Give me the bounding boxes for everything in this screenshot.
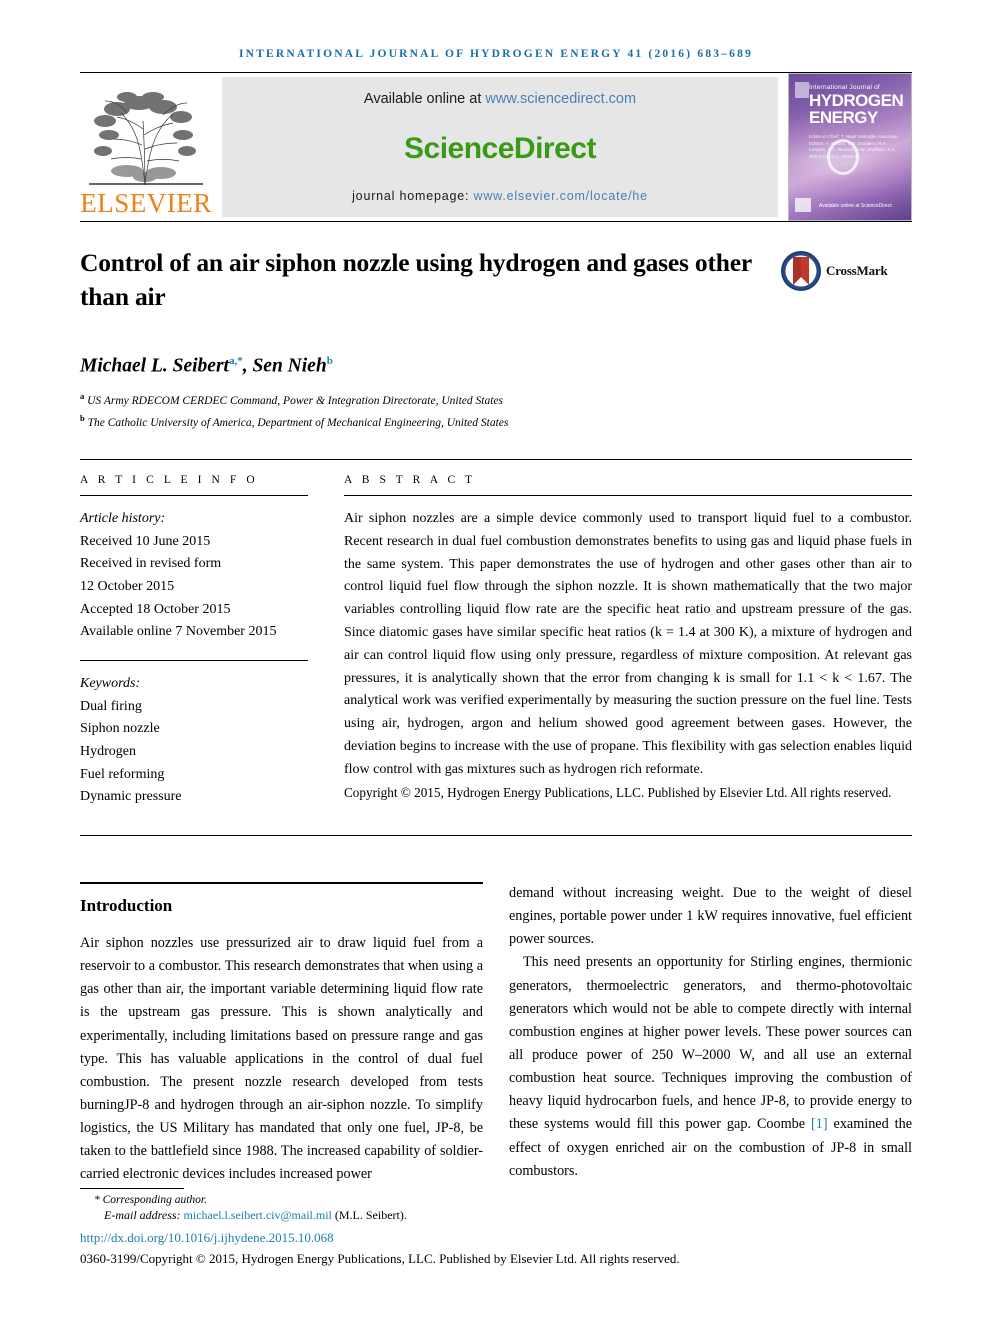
article-history-item: Accepted 18 October 2015 (80, 601, 231, 617)
keyword-item: Hydrogen (80, 743, 136, 759)
crossmark-badge[interactable]: CrossMark (780, 250, 888, 292)
cover-title-line2: ENERGY (809, 107, 878, 127)
article-history-item: Received 10 June 2015 (80, 533, 211, 549)
article-history-item: Available online 7 November 2015 (80, 624, 277, 640)
affiliation-a: a US Army RDECOM CERDEC Command, Power &… (80, 389, 912, 411)
sciencedirect-url[interactable]: www.sciencedirect.com (485, 91, 636, 107)
journal-homepage-prefix: journal homepage: (352, 189, 474, 203)
cover-ihe-mark-icon (795, 198, 811, 212)
body-column-left: Introduction Air siphon nozzles use pres… (80, 882, 483, 1187)
article-history-item: Received in revised form (80, 556, 222, 572)
page-title: Control of an air siphon nozzle using hy… (80, 248, 752, 312)
cover-elsevier-mark-icon (795, 82, 809, 98)
page-footer: * Corresponding author. E-mail address: … (80, 1188, 912, 1267)
body-paragraph: This need presents an opportunity for St… (509, 951, 912, 1182)
author-name-1: Michael L. Seibert (80, 355, 229, 377)
keywords-block: Keywords: Dual firing Siphon nozzle Hydr… (80, 673, 308, 809)
citation-link-1[interactable]: [1] (811, 1116, 828, 1132)
affiliation-text-a: US Army RDECOM CERDEC Command, Power & I… (87, 395, 504, 408)
author-separator: , (242, 355, 253, 377)
abstract-rule (344, 494, 912, 496)
keyword-item: Siphon nozzle (80, 721, 160, 737)
abstract-copyright: Copyright © 2015, Hydrogen Energy Public… (344, 784, 892, 800)
crossmark-label: CrossMark (826, 263, 888, 278)
running-head: international journal of hydrogen energy… (238, 48, 754, 60)
body-column-right: demand without increasing weight. Due to… (509, 882, 912, 1187)
author-list: Michael L. Seiberta,*, Sen Niehb (80, 355, 912, 378)
corresponding-author-note: * Corresponding author. (94, 1194, 207, 1206)
article-history-heading: Article history: (80, 510, 166, 526)
abstract-text: Air siphon nozzles are a simple device c… (344, 510, 912, 777)
issn-copyright-line: 0360-3199/Copyright © 2015, Hydrogen Ene… (80, 1251, 680, 1266)
body-paragraph-part-a: This need presents an opportunity for St… (509, 954, 912, 1133)
body-paragraph: Air siphon nozzles use pressurized air t… (80, 935, 483, 1183)
elsevier-tree-icon (89, 92, 203, 186)
info-abstract-section: A R T I C L E I N F O Article history: R… (80, 460, 912, 809)
keyword-item: Dynamic pressure (80, 789, 182, 805)
abstract-bottom-divider (80, 835, 912, 836)
crossmark-icon (781, 251, 821, 291)
article-history-item: 12 October 2015 (80, 578, 175, 594)
email-note: E-mail address: michael.l.seibert.civ@ma… (80, 1208, 912, 1223)
journal-homepage-line: journal homepage: www.elsevier.com/locat… (352, 189, 648, 203)
masthead: ELSEVIER Available online at www.science… (80, 73, 912, 221)
author-marks-2: b (326, 354, 333, 367)
affiliation-b: b The Catholic University of America, De… (80, 411, 912, 433)
body-columns: Introduction Air siphon nozzles use pres… (80, 882, 912, 1187)
email-suffix: (M.L. Seibert). (331, 1208, 407, 1222)
keywords-heading: Keywords: (80, 675, 141, 691)
affiliation-list: a US Army RDECOM CERDEC Command, Power &… (80, 389, 912, 433)
email-link[interactable]: michael.l.seibert.civ@mail.mil (184, 1208, 332, 1222)
doi-link[interactable]: http://dx.doi.org/10.1016/j.ijhydene.201… (80, 1230, 912, 1246)
cover-title: HYDROGEN ENERGY (809, 92, 907, 127)
author-name-2: Sen Nieh (252, 355, 327, 377)
abstract-label: A B S T R A C T (344, 473, 476, 486)
journal-cover-image: International Journal of HYDROGEN ENERGY… (788, 73, 912, 221)
title-row: Control of an air siphon nozzle using hy… (80, 222, 912, 315)
sciencedirect-wordmark: ScienceDirect (404, 132, 596, 165)
sciencedirect-banner: Available online at www.sciencedirect.co… (222, 77, 778, 217)
author-marks-1: a,* (228, 354, 243, 367)
affiliation-mark-a: a (80, 391, 85, 402)
available-online-prefix: Available online at (363, 91, 486, 107)
section-heading-rule (80, 882, 483, 884)
elsevier-logo: ELSEVIER (80, 73, 212, 221)
keywords-rule (80, 659, 308, 661)
journal-homepage-url[interactable]: www.elsevier.com/locate/he (474, 189, 648, 203)
cover-top-label: International Journal of (809, 84, 880, 91)
abstract-column: A B S T R A C T Air siphon nozzles are a… (330, 474, 912, 809)
keyword-item: Fuel reforming (80, 766, 165, 782)
section-heading-introduction: Introduction (80, 896, 173, 915)
footnote-divider (80, 1188, 184, 1189)
email-label: E-mail address: (104, 1208, 184, 1222)
cover-editors: Editor-in-Chief: T. Nejat Veziroğlu Asso… (809, 134, 898, 159)
article-info-column: A R T I C L E I N F O Article history: R… (80, 474, 330, 809)
cover-sciencedirect-mark: Available online at ScienceDirect (819, 203, 892, 209)
elsevier-wordmark: ELSEVIER (80, 188, 212, 218)
body-paragraph: demand without increasing weight. Due to… (509, 885, 912, 948)
available-online-line: Available online at www.sciencedirect.co… (364, 91, 636, 107)
journal-article-page: international journal of hydrogen energy… (0, 0, 992, 1323)
affiliation-mark-b: b (80, 413, 85, 424)
keyword-item: Dual firing (80, 698, 142, 714)
article-info-rule (80, 494, 308, 496)
affiliation-text-b: The Catholic University of America, Depa… (87, 416, 509, 429)
article-info-label: A R T I C L E I N F O (80, 473, 259, 486)
